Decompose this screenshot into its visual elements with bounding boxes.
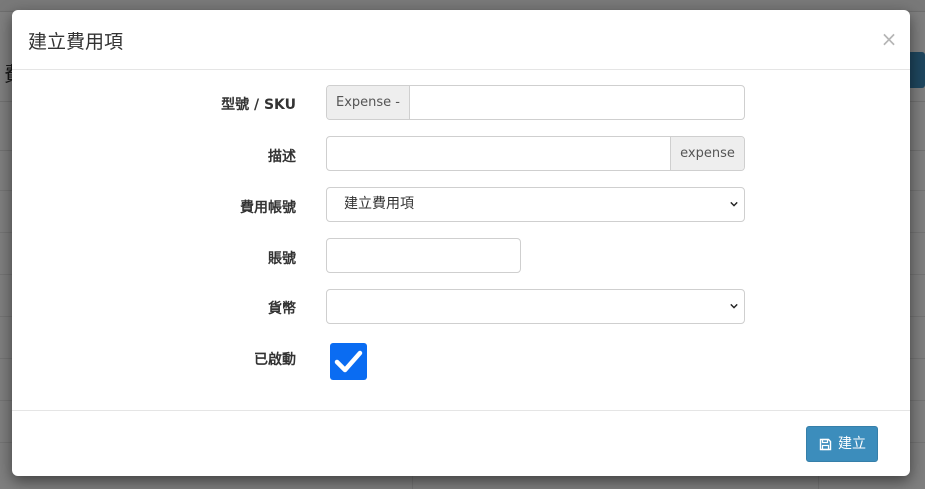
modal-footer [12, 410, 910, 476]
checkmark-icon [334, 350, 363, 373]
close-icon: × [880, 27, 898, 51]
description-suffix-addon: expense [670, 137, 744, 170]
create-button-label: 建立 [838, 436, 866, 452]
modal-header: 建立費用項 × [12, 10, 910, 70]
modal-title: 建立費用項 [28, 31, 124, 53]
currency-select[interactable] [326, 289, 745, 324]
sku-label: 型號 / SKU [221, 97, 296, 113]
close-button[interactable]: × [880, 28, 898, 50]
account-number-label: 賬號 [268, 251, 296, 267]
save-icon [819, 438, 832, 451]
expense-account-select[interactable]: 建立費用項 [326, 187, 745, 222]
expense-account-selected-value: 建立費用項 [344, 196, 414, 212]
description-input-group: expense [326, 136, 745, 171]
create-expense-modal: 建立費用項 × 型號 / SKU Expense - 描述 expense 費用… [12, 10, 910, 476]
active-checkbox[interactable] [330, 343, 367, 380]
chevron-down-icon [730, 303, 738, 309]
expense-account-label: 費用帳號 [240, 200, 296, 216]
description-input[interactable] [327, 137, 669, 170]
active-label: 已啟動 [254, 352, 296, 368]
description-label: 描述 [268, 149, 296, 165]
create-button[interactable]: 建立 [806, 426, 878, 462]
sku-input[interactable] [411, 86, 744, 119]
account-number-field [326, 238, 521, 273]
chevron-down-icon [730, 201, 738, 207]
sku-prefix-addon: Expense - [327, 86, 410, 119]
currency-label: 貨幣 [268, 301, 296, 317]
account-number-input[interactable] [327, 239, 520, 272]
sku-input-group: Expense - [326, 85, 745, 120]
